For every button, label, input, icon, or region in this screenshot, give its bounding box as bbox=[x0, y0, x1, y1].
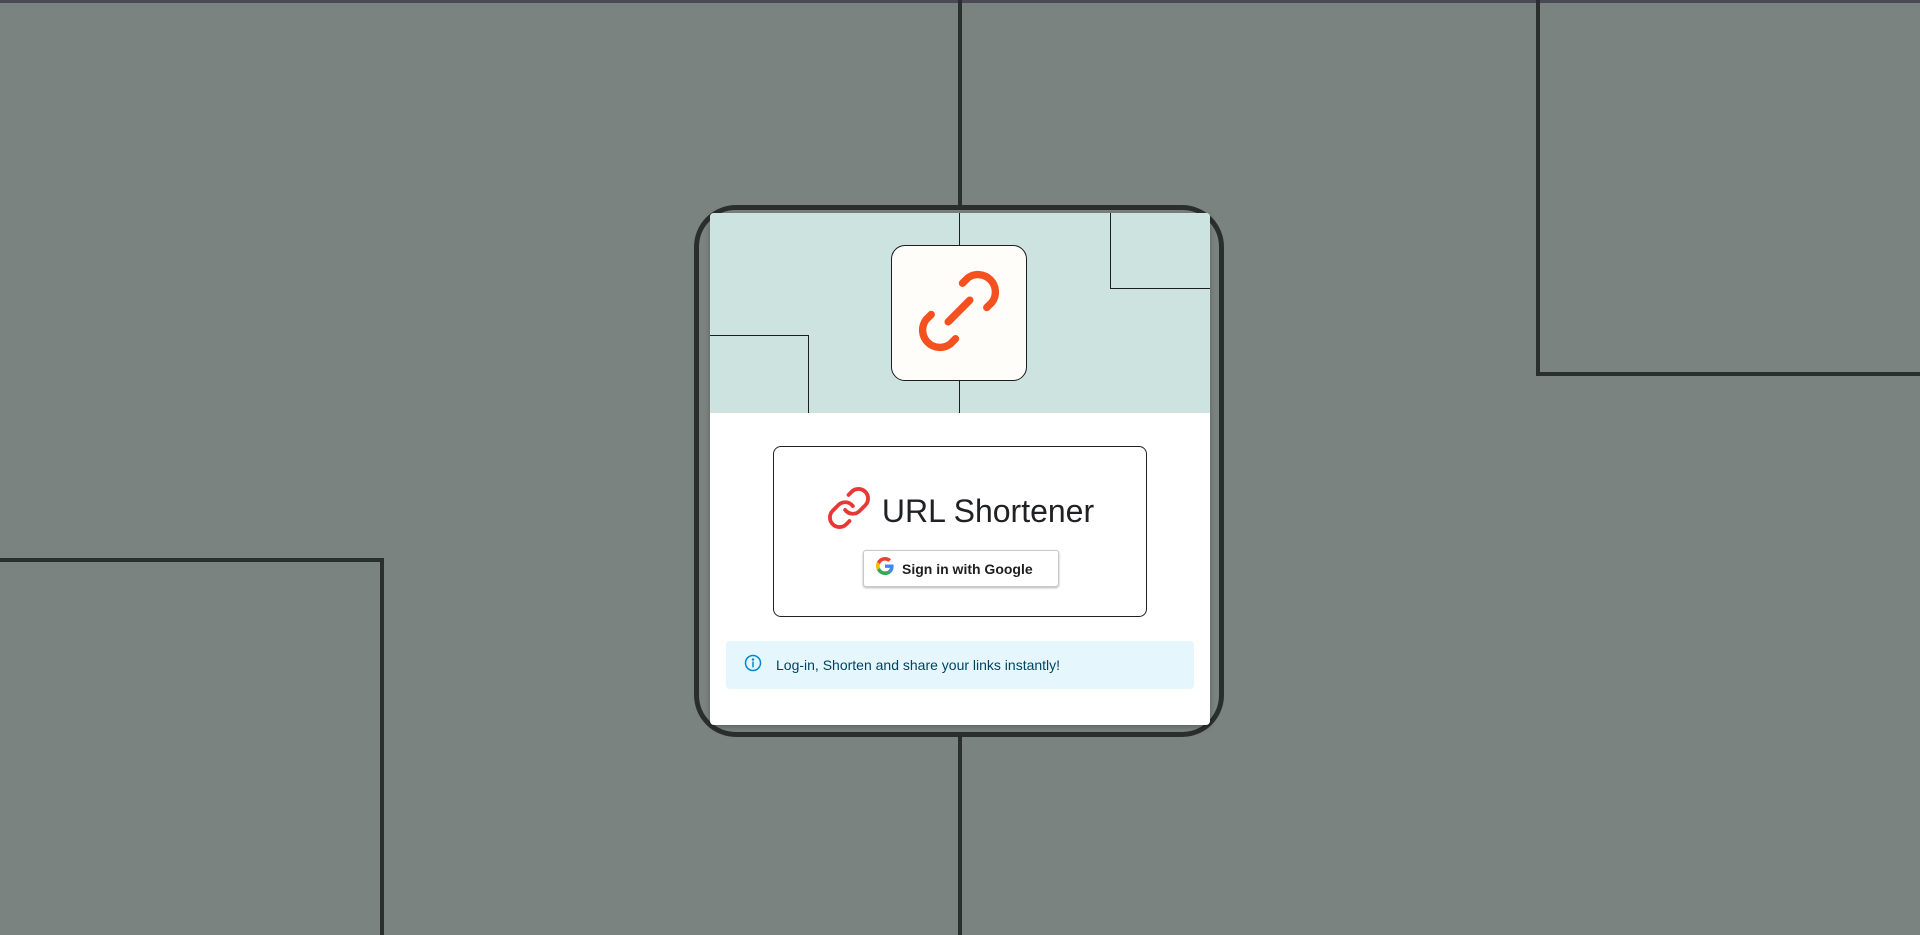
background-line bbox=[958, 735, 962, 935]
google-sign-in-button[interactable]: Sign in with Google bbox=[863, 550, 1059, 587]
app-logo bbox=[891, 245, 1027, 381]
google-sign-in-label: Sign in with Google bbox=[902, 560, 1033, 577]
hero-line bbox=[808, 335, 809, 413]
background-line bbox=[958, 0, 962, 210]
hero-line bbox=[710, 335, 809, 336]
link-icon bbox=[826, 485, 872, 536]
hero-line bbox=[1110, 288, 1210, 289]
app-title: URL Shortener bbox=[881, 492, 1095, 529]
hero-line bbox=[1110, 213, 1111, 289]
background-line bbox=[1536, 0, 1540, 376]
sign-in-panel: URL Shortener Sign in with Google bbox=[773, 446, 1147, 617]
background-line bbox=[380, 558, 384, 935]
background-line bbox=[1536, 372, 1920, 376]
link-icon bbox=[907, 259, 1011, 368]
google-g-icon bbox=[876, 557, 894, 580]
info-message: Log-in, Shorten and share your links ins… bbox=[776, 657, 1061, 673]
hero-banner bbox=[710, 213, 1210, 413]
login-card: URL Shortener Sign in with Google Log-in bbox=[710, 213, 1210, 725]
title-row: URL Shortener bbox=[774, 485, 1146, 536]
background-line bbox=[0, 558, 384, 562]
info-alert: Log-in, Shorten and share your links ins… bbox=[726, 641, 1194, 689]
info-icon bbox=[743, 653, 763, 678]
